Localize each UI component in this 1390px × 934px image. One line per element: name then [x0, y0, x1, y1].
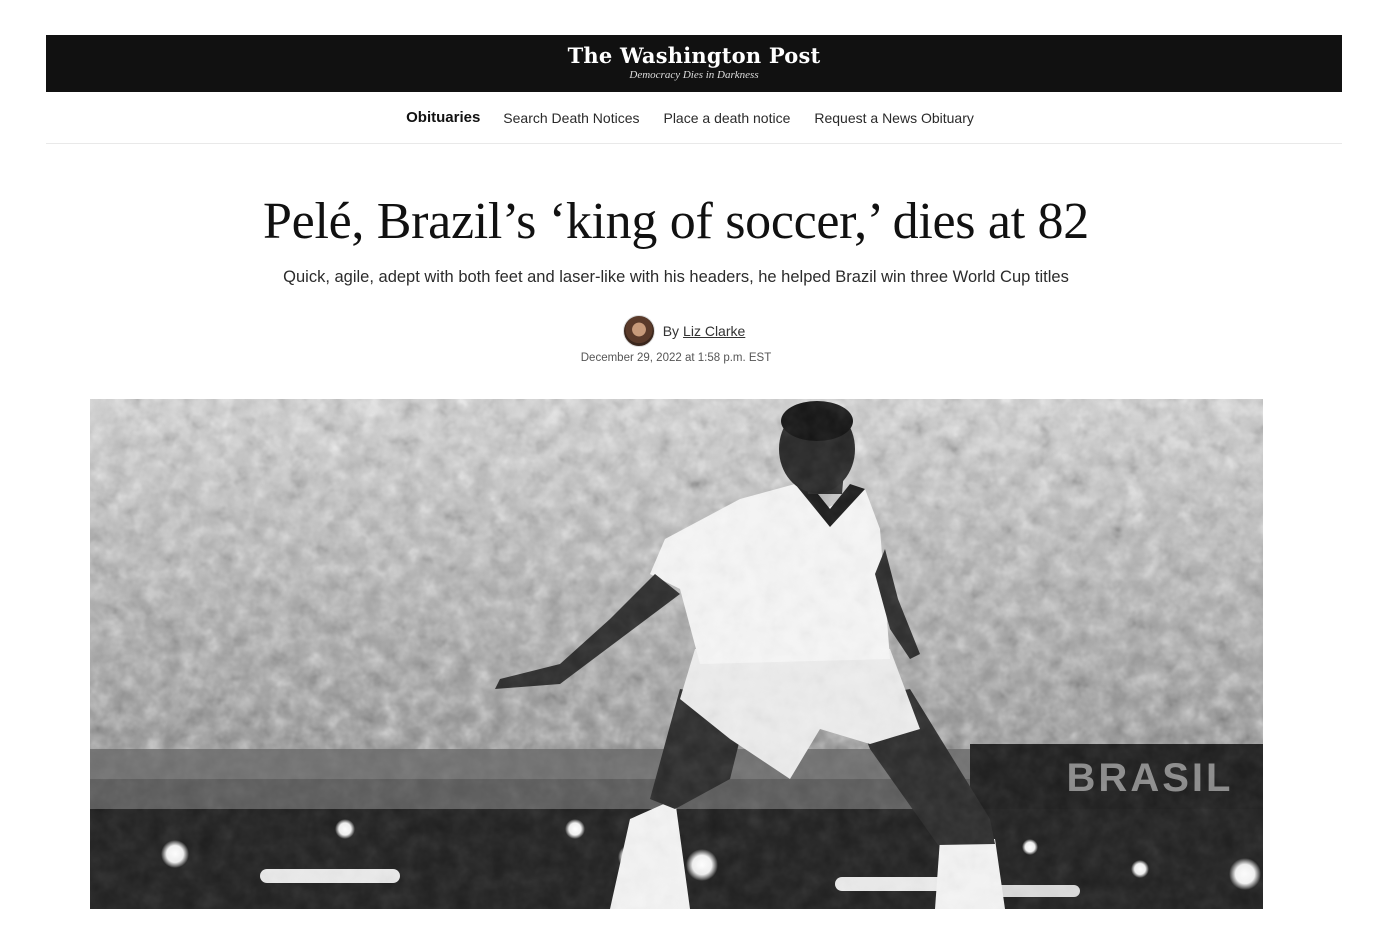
byline-prefix: By: [662, 323, 680, 339]
author-link[interactable]: Liz Clarke: [683, 323, 745, 339]
byline: By Liz Clarke: [0, 315, 1352, 347]
nav-section-obituaries[interactable]: Obituaries: [406, 109, 480, 126]
nav-link-search-death-notices[interactable]: Search Death Notices: [503, 110, 639, 126]
site-logo[interactable]: The Washington Post: [46, 35, 1342, 68]
lead-photo: BRASIL: [90, 399, 1263, 909]
nav-link-place-death-notice[interactable]: Place a death notice: [663, 110, 790, 126]
nav-link-request-news-obituary[interactable]: Request a News Obituary: [814, 110, 974, 126]
article-dek: Quick, agile, adept with both feet and l…: [283, 268, 1069, 286]
article-headline: Pelé, Brazil’s ‘king of soccer,’ dies at…: [263, 193, 1089, 250]
publish-timestamp: December 29, 2022 at 1:58 p.m. EST: [580, 352, 772, 364]
site-tagline: Democracy Dies in Darkness: [629, 69, 759, 81]
author-avatar[interactable]: [622, 315, 655, 347]
section-nav: Obituaries Search Death Notices Place a …: [46, 92, 1342, 144]
masthead: The Washington Post Democracy Dies in Da…: [46, 35, 1342, 92]
